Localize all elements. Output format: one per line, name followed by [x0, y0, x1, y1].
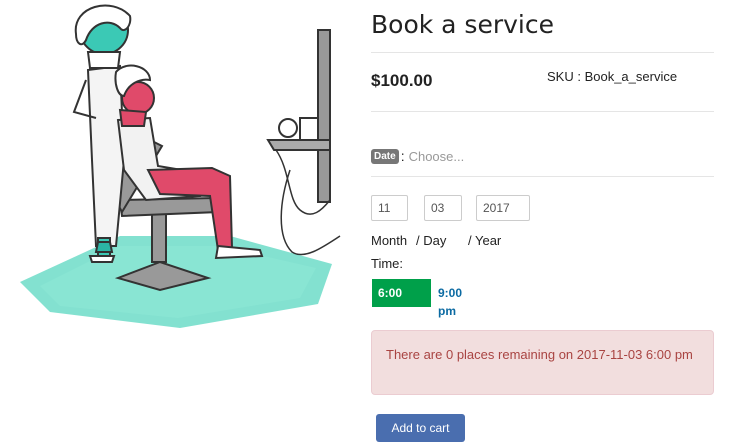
date-picker-row: Date : — [371, 148, 589, 164]
year-label: / Year — [468, 233, 502, 248]
product-price: $100.00 — [371, 71, 433, 90]
month-label: Month — [371, 233, 408, 248]
time-slot[interactable]: 9:00 pm — [438, 284, 478, 320]
time-label: Time: — [371, 256, 404, 271]
day-label: / Day — [416, 233, 447, 248]
year-field[interactable]: 2017 — [476, 195, 530, 221]
date-badge: Date — [371, 148, 399, 164]
availability-alert: There are 0 places remaining on 2017-11-… — [371, 330, 714, 395]
month-field[interactable]: 11 — [371, 195, 408, 221]
hairdresser-illustration — [20, 4, 341, 328]
date-choose-input[interactable] — [408, 148, 589, 164]
product-sku: SKU : Book_a_service — [547, 69, 678, 84]
divider — [371, 176, 714, 177]
divider — [371, 111, 714, 112]
divider — [371, 52, 714, 53]
time-slot-selected[interactable]: 6:00 — [372, 279, 431, 307]
add-to-cart-button[interactable]: Add to cart — [376, 414, 465, 442]
date-colon: : — [400, 148, 405, 164]
day-field[interactable]: 03 — [424, 195, 462, 221]
page-title: Book a service — [371, 10, 554, 39]
